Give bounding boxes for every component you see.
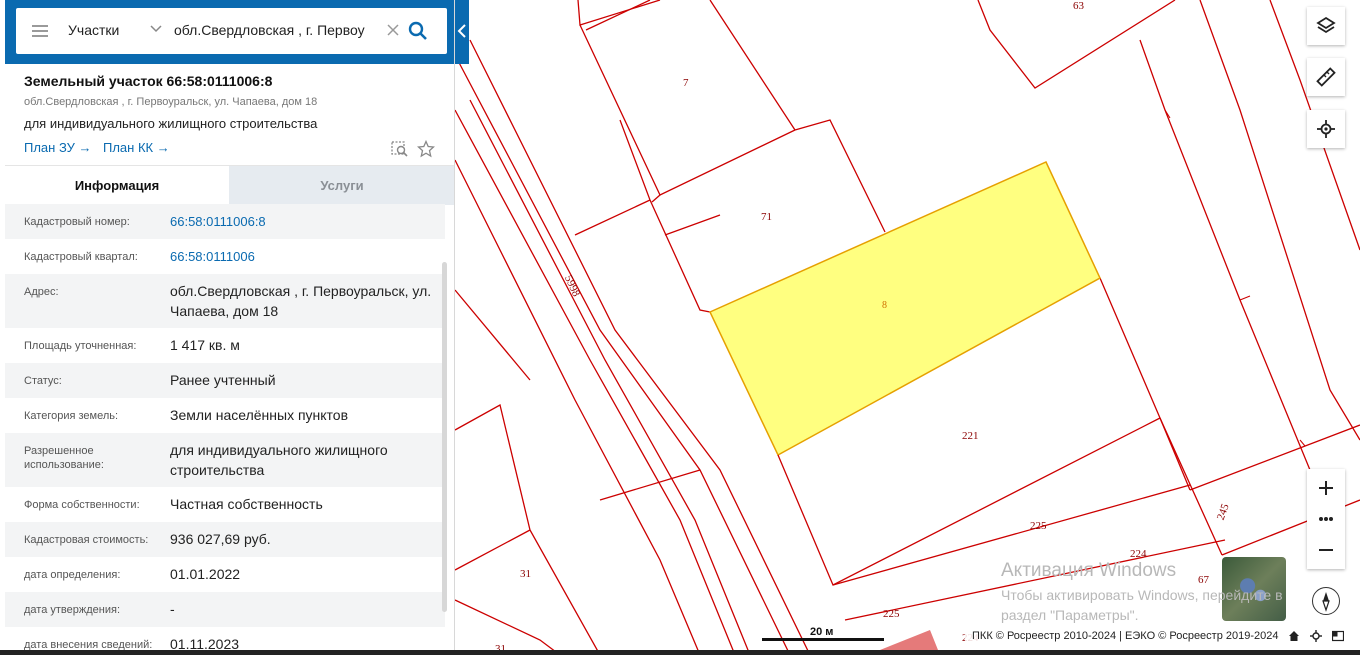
detail-row: дата утверждения: - [5, 592, 445, 627]
search-icon[interactable] [408, 21, 428, 41]
details-list: Кадастровый номер: 66:58:0111006:8 Кадас… [5, 204, 445, 655]
hamburger-icon[interactable] [32, 25, 48, 37]
compass-button[interactable] [1312, 587, 1340, 615]
parcel-address: обл.Свердловская , г. Первоуральск, ул. … [24, 96, 318, 108]
locate-button[interactable] [1307, 110, 1345, 148]
windows-activation-line: Чтобы активировать Windows, перейдите в [1001, 587, 1283, 603]
zoom-out-button[interactable] [1307, 531, 1345, 569]
layers-button[interactable] [1307, 7, 1345, 45]
windows-activation-title: Активация Windows [1001, 560, 1177, 581]
detail-value: для индивидуального жилищного строительс… [170, 442, 388, 478]
detail-value: 936 027,69 руб. [170, 531, 271, 547]
cadastral-number-link[interactable]: 66:58:0111006:8 [170, 212, 440, 232]
plus-icon [1319, 481, 1333, 495]
detail-row: Разрешенное использование: для индивидуа… [5, 433, 445, 487]
detail-key: дата определения: [24, 569, 121, 581]
parcel-label: 63 [1073, 0, 1084, 12]
plan-zu-link[interactable]: План ЗУ → [24, 140, 92, 155]
home-icon[interactable] [1288, 630, 1300, 642]
compass-icon [1322, 592, 1330, 612]
screen-icon[interactable] [1332, 630, 1344, 642]
detail-value: Ранее учтенный [170, 372, 276, 388]
detail-key: Статус: [24, 375, 62, 387]
zoom-to-parcel-icon[interactable] [391, 140, 409, 158]
star-icon[interactable] [417, 140, 435, 158]
scale-label: 20 м [810, 626, 834, 638]
detail-row: Кадастровый номер: 66:58:0111006:8 [5, 204, 445, 239]
info-panel: Участки Земельный участок 66:58:0111006:… [5, 0, 455, 655]
collapse-panel-button[interactable] [455, 0, 469, 64]
detail-row: Площадь уточненная: 1 417 кв. м [5, 328, 445, 363]
map-scale: 20 м [762, 626, 884, 642]
detail-value: Земли населённых пунктов [170, 407, 349, 423]
parcel-label: 225 [883, 608, 900, 620]
detail-key: дата утверждения: [24, 604, 121, 616]
parcel-label: 7 [683, 77, 689, 89]
close-icon[interactable] [386, 23, 400, 37]
parcel-label: 71 [761, 211, 772, 223]
detail-value: - [170, 601, 175, 617]
detail-row: дата определения: 01.01.2022 [5, 557, 445, 592]
detail-value: 1 417 кв. м [170, 337, 240, 353]
parcel-label: 31 [520, 568, 531, 580]
panel-scrollbar[interactable] [442, 262, 447, 612]
plan-kk-link[interactable]: План КК → [103, 140, 170, 155]
search-box: Участки [16, 8, 447, 54]
detail-value: Частная собственность [170, 496, 323, 512]
parcel-label: 224 [1130, 548, 1147, 560]
map-attribution: ПКК © Росреестр 2010-2024 | ЕЭКО © Росре… [972, 630, 1279, 642]
zoom-in-button[interactable] [1307, 469, 1345, 507]
detail-key: Кадастровый квартал: [24, 251, 138, 263]
detail-key: Кадастровый номер: [24, 216, 130, 228]
dots-icon [1319, 517, 1333, 521]
layers-icon [1316, 16, 1336, 34]
windows-activation-line: раздел "Параметры". [1001, 607, 1139, 623]
chevron-left-icon [457, 24, 466, 38]
detail-row: Адрес: обл.Свердловская , г. Первоуральс… [5, 274, 445, 328]
parcel-label: 225 [1030, 520, 1047, 532]
detail-value: 01.01.2022 [170, 566, 241, 582]
detail-row: Кадастровая стоимость: 936 027,69 руб. [5, 522, 445, 557]
measure-button[interactable] [1307, 58, 1345, 96]
detail-key: Категория земель: [24, 410, 119, 422]
detail-value: обл.Свердловская , г. Первоуральск, ул. … [170, 283, 432, 319]
tab-services[interactable]: Услуги [229, 166, 454, 205]
ruler-icon [1316, 67, 1336, 87]
panel-tabs: Информация Услуги [5, 165, 454, 205]
selected-parcel-label: 8 [882, 300, 887, 311]
detail-key: Кадастровая стоимость: [24, 534, 149, 546]
detail-key: Разрешенное использование: [24, 445, 104, 471]
parcel-title: Земельный участок 66:58:0111006:8 [24, 73, 273, 89]
scale-bar [762, 638, 884, 641]
cadastral-quarter-link[interactable]: 66:58:0111006 [170, 247, 440, 267]
detail-row: Категория земель: Земли населённых пункт… [5, 398, 445, 433]
zoom-slider[interactable] [1307, 507, 1345, 531]
detail-key: Адрес: [24, 286, 59, 298]
detail-key: Площадь уточненная: [24, 340, 137, 352]
crosshair-icon [1317, 120, 1335, 138]
search-bar: Участки [5, 0, 454, 64]
parcel-purpose: для индивидуального жилищного строительс… [24, 116, 318, 131]
detail-key: Форма собственности: [24, 499, 140, 511]
detail-row: Статус: Ранее учтенный [5, 363, 445, 398]
windows-activation-text: Чтобы активировать Windows, перейдите в … [1001, 585, 1283, 625]
minus-icon [1319, 549, 1333, 551]
chevron-down-icon[interactable] [150, 23, 162, 35]
parcel-label: 221 [962, 430, 979, 442]
zoom-controls [1307, 469, 1345, 569]
detail-row: Кадастровый квартал: 66:58:0111006 [5, 239, 445, 274]
crosshair-icon[interactable] [1310, 630, 1322, 642]
window-bottom-edge [0, 650, 1360, 655]
search-input[interactable] [174, 22, 374, 38]
detail-row: Форма собственности: Частная собственнос… [5, 487, 445, 522]
tab-info[interactable]: Информация [5, 166, 229, 205]
